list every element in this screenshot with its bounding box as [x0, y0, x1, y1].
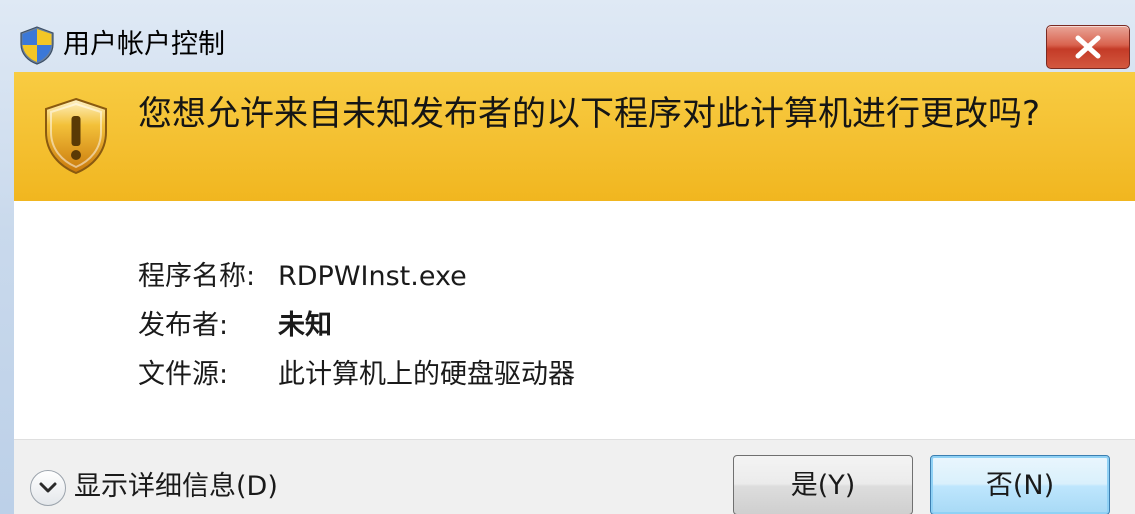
program-name-value: RDPWInst.exe: [278, 261, 467, 292]
warning-banner: 您想允许来自未知发布者的以下程序对此计算机进行更改吗?: [14, 72, 1135, 201]
file-origin-label: 文件源:: [138, 359, 229, 390]
close-icon: [1075, 35, 1101, 59]
publisher-label: 发布者:: [138, 310, 229, 341]
dialog-client-area: 您想允许来自未知发布者的以下程序对此计算机进行更改吗? 程序名称: RDPWIn…: [14, 72, 1135, 514]
uac-dialog: 用户帐户控制 您想允许来自未知发布者的以下程序对此计算机进行更改吗? 程序名称:…: [0, 0, 1135, 514]
close-button[interactable]: [1046, 25, 1130, 69]
uac-question: 您想允许来自未知发布者的以下程序对此计算机进行更改吗?: [138, 94, 1041, 134]
program-name-label: 程序名称:: [138, 261, 256, 292]
dialog-footer: 显示详细信息(D) 是(Y) 否(N): [14, 439, 1135, 514]
title-bar[interactable]: 用户帐户控制: [0, 0, 1135, 72]
chevron-down-icon[interactable]: [30, 470, 66, 506]
no-button[interactable]: 否(N): [930, 455, 1110, 514]
publisher-value: 未知: [278, 310, 332, 341]
show-details-label[interactable]: 显示详细信息(D): [74, 467, 278, 507]
warning-shield-icon: [42, 96, 110, 176]
file-origin-value: 此计算机上的硬盘驱动器: [278, 359, 575, 390]
window-title: 用户帐户控制: [63, 29, 225, 60]
yes-button[interactable]: 是(Y): [733, 455, 913, 514]
uac-shield-icon: [18, 25, 56, 65]
